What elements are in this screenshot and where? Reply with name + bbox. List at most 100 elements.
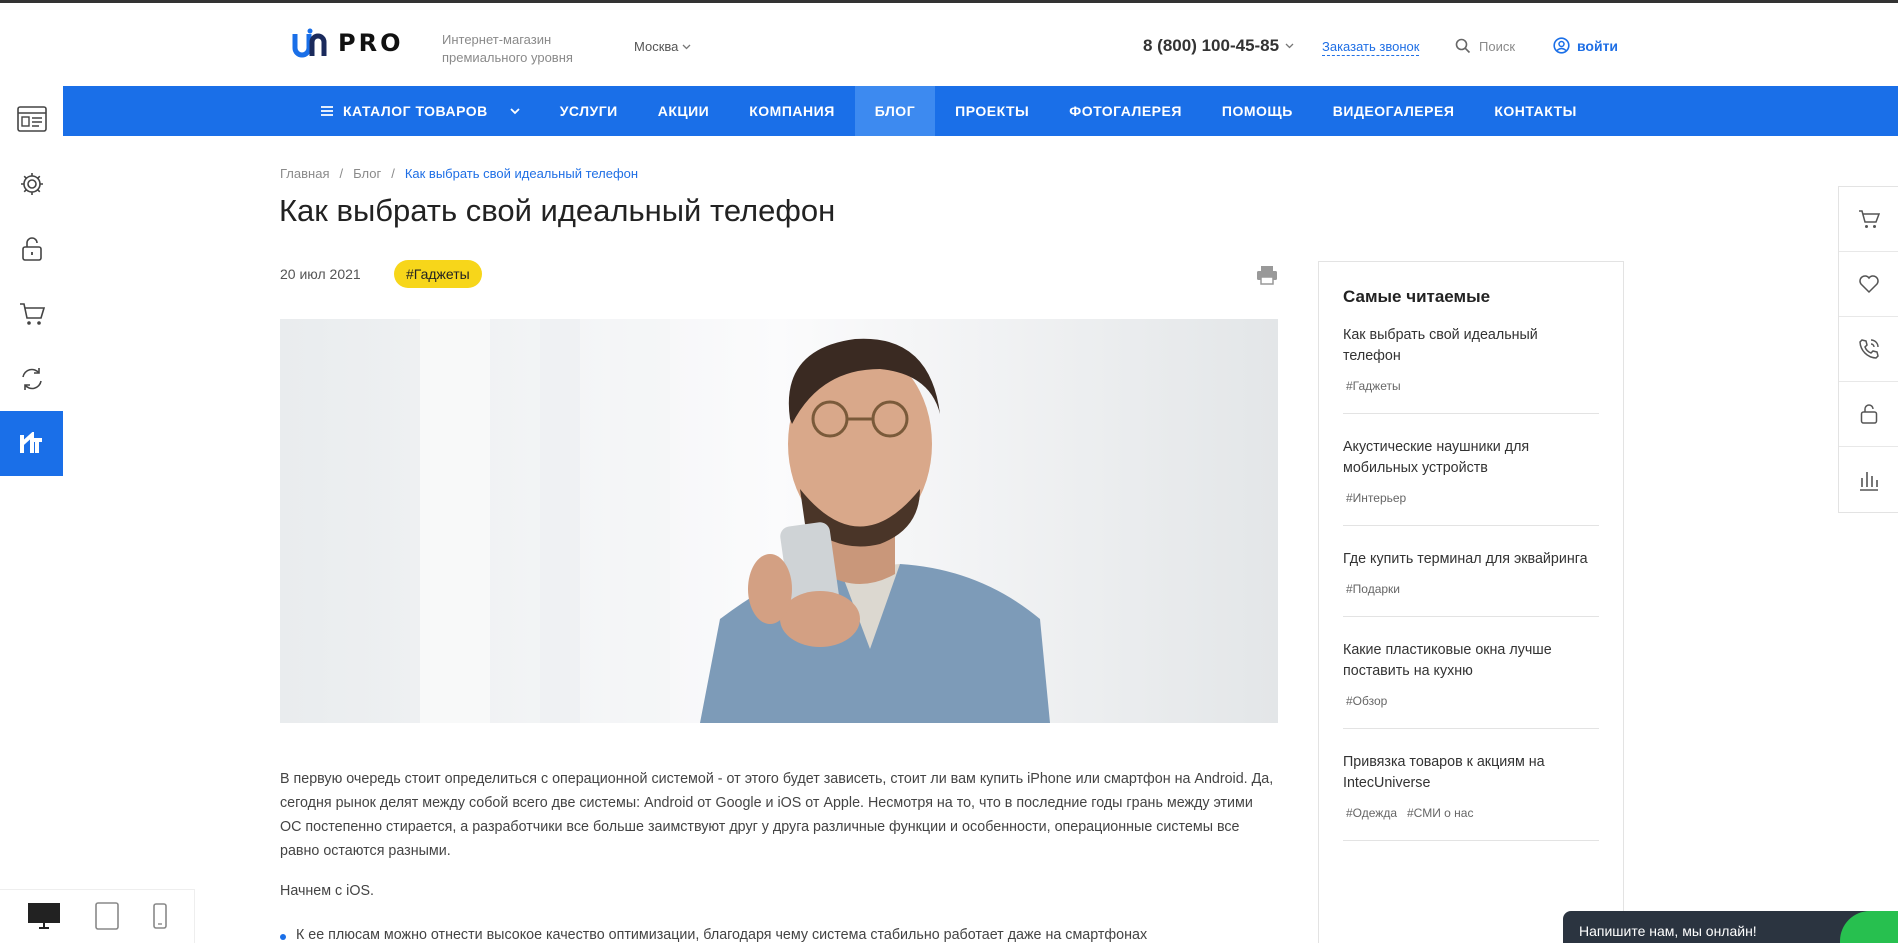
tablet-view-button[interactable] (95, 901, 119, 935)
list-item[interactable]: Акустические наушники для мобильных устр… (1343, 437, 1599, 526)
cart-icon (1858, 210, 1880, 228)
breadcrumb-home[interactable]: Главная (280, 166, 329, 181)
city-selector[interactable]: Москва (634, 39, 691, 54)
heart-icon (1858, 275, 1879, 294)
nav-catalog-label: КАТАЛОГ ТОВАРОВ (343, 103, 488, 119)
search-button[interactable]: Поиск (1455, 38, 1515, 54)
list-item-tag[interactable]: #СМИ о нас (1407, 806, 1473, 820)
list-item-title[interactable]: Акустические наушники для мобильных устр… (1343, 437, 1599, 479)
user-icon (1553, 37, 1570, 54)
chevron-down-icon (682, 44, 691, 49)
list-item[interactable]: Какие пластиковые окна лучше поставить н… (1343, 640, 1599, 729)
lock-icon (1860, 404, 1877, 424)
list-item: К ее плюсам можно отнести высокое качест… (280, 927, 1147, 943)
tablet-icon (95, 901, 119, 930)
desktop-view-button[interactable] (27, 902, 61, 935)
breadcrumb: Главная / Блог / Как выбрать свой идеаль… (280, 166, 638, 181)
intec-button[interactable] (0, 411, 63, 476)
compare-icon (1859, 471, 1878, 491)
logo[interactable]: PRO (292, 28, 403, 58)
sidebar-title: Самые читаемые (1343, 287, 1491, 306)
list-item-tag[interactable]: #Гаджеты (1346, 379, 1401, 393)
login-label: войти (1577, 37, 1619, 54)
callback-link[interactable]: Заказать звонок (1322, 39, 1420, 56)
search-icon (1455, 38, 1471, 54)
breadcrumb-separator: / (391, 166, 395, 181)
list-item-title[interactable]: Привязка товаров к акциям на IntecUniver… (1343, 752, 1599, 794)
article-hero-image (280, 319, 1278, 723)
phone-label: 8 (800) 100-45-85 (1143, 36, 1280, 55)
right-cart-button[interactable] (1839, 187, 1898, 252)
logo-text: PRO (338, 29, 404, 57)
mobile-icon (153, 902, 167, 929)
list-item[interactable]: Где купить терминал для эквайринга #Пода… (1343, 549, 1599, 617)
nav-blog[interactable]: БЛОГ (854, 86, 936, 136)
site-tagline: Интернет-магазин премиального уровня (442, 32, 573, 65)
print-button[interactable] (1256, 265, 1278, 290)
nav-promotions[interactable]: АКЦИИ (638, 86, 730, 136)
refresh-button[interactable] (0, 346, 63, 411)
device-switcher (0, 889, 195, 943)
chat-label: Напишите нам, мы онлайн! (1579, 923, 1757, 939)
template-button[interactable] (0, 86, 63, 151)
breadcrumb-current: Как выбрать свой идеальный телефон (404, 166, 639, 181)
mobile-view-button[interactable] (153, 902, 167, 934)
menu-icon (321, 106, 333, 116)
refresh-icon (21, 367, 42, 390)
article-date: 20 июл 2021 (280, 266, 361, 282)
compare-button[interactable] (1839, 447, 1898, 512)
nav-photogallery[interactable]: ФОТОГАЛЕРЕЯ (1049, 86, 1202, 136)
search-label: Поиск (1479, 38, 1516, 54)
nav-services[interactable]: УСЛУГИ (540, 86, 638, 136)
favorites-button[interactable] (1839, 252, 1898, 317)
chevron-down-icon (1285, 43, 1294, 49)
list-item-title[interactable]: Где купить терминал для эквайринга (1343, 549, 1599, 570)
left-toolbar (0, 86, 63, 476)
printer-icon (1257, 266, 1277, 285)
right-toolbar (1838, 186, 1898, 513)
site-header: PRO Интернет-магазин премиального уровня… (0, 6, 1898, 86)
intec-logo-icon (19, 431, 42, 453)
page-title: Как выбрать свой идеальный телефон (279, 193, 836, 228)
cart-icon (19, 302, 45, 325)
phone-number[interactable]: 8 (800) 100-45-85 (1143, 36, 1294, 56)
nav-projects[interactable]: ПРОЕКТЫ (935, 86, 1049, 136)
nav-contacts[interactable]: КОНТАКТЫ (1474, 86, 1596, 136)
logo-mark-icon (292, 28, 327, 58)
login-button[interactable]: войти (1553, 37, 1618, 54)
breadcrumb-separator: / (339, 166, 344, 181)
list-item-text: К ее плюсам можно отнести высокое качест… (296, 927, 1148, 943)
list-item-title[interactable]: Как выбрать свой идеальный телефон (1343, 325, 1599, 367)
bullet-dot (280, 934, 286, 940)
cart-button[interactable] (0, 281, 63, 346)
lock-icon (21, 236, 42, 261)
nav-company[interactable]: КОМПАНИЯ (729, 86, 855, 136)
list-item[interactable]: Привязка товаров к акциям на IntecUniver… (1343, 752, 1599, 841)
lock-button[interactable] (0, 216, 63, 281)
breadcrumb-blog[interactable]: Блог (353, 166, 381, 181)
phone-icon (1858, 339, 1879, 359)
main-nav: КАТАЛОГ ТОВАРОВ УСЛУГИ АКЦИИ КОМПАНИЯ БЛ… (63, 86, 1898, 136)
desktop-icon (28, 902, 60, 929)
list-item-title[interactable]: Какие пластиковые окна лучше поставить н… (1343, 640, 1599, 682)
settings-button[interactable] (0, 151, 63, 216)
call-button[interactable] (1839, 317, 1898, 382)
list-item-tag[interactable]: #Подарки (1346, 582, 1400, 596)
nav-videogallery[interactable]: ВИДЕОГАЛЕРЕЯ (1313, 86, 1475, 136)
nav-help[interactable]: ПОМОЩЬ (1202, 86, 1313, 136)
right-lock-button[interactable] (1839, 382, 1898, 447)
chevron-down-icon (510, 107, 520, 114)
city-label: Москва (634, 39, 679, 54)
list-item-tag[interactable]: #Интерьер (1346, 491, 1406, 505)
most-read-sidebar: Самые читаемые Как выбрать свой идеальны… (1318, 261, 1624, 943)
nav-catalog[interactable]: КАТАЛОГ ТОВАРОВ (301, 86, 540, 136)
gear-icon (20, 172, 43, 195)
article-tag[interactable]: #Гаджеты (394, 260, 482, 288)
list-item-tag[interactable]: #Одежда (1346, 806, 1397, 820)
list-item-tag[interactable]: #Обзор (1346, 694, 1387, 708)
article-paragraph: В первую очередь стоит определиться с оп… (280, 771, 1274, 859)
article-paragraph: Начнем с iOS. (280, 883, 374, 899)
layout-icon (16, 105, 47, 132)
man-with-phone-illustration (280, 319, 1278, 723)
list-item[interactable]: Как выбрать свой идеальный телефон #Гадж… (1343, 325, 1599, 414)
